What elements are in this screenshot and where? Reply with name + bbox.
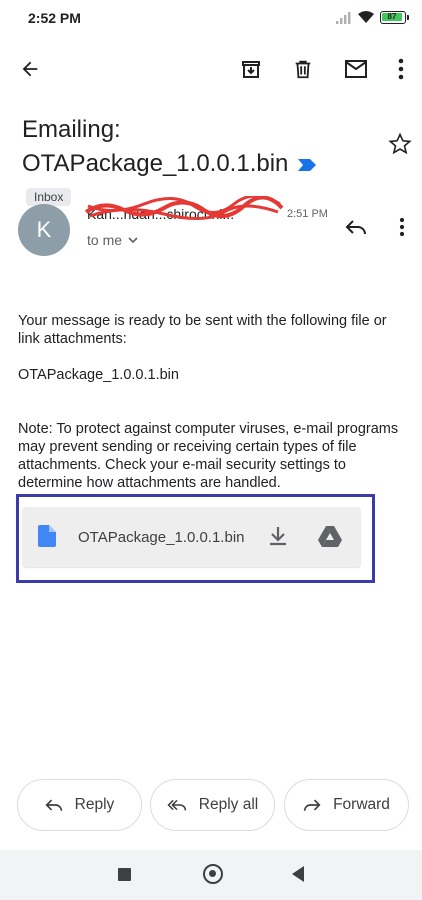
redaction-scribble — [84, 196, 284, 220]
recipient-toggle[interactable]: to me — [87, 232, 138, 248]
overflow-menu-button[interactable] — [383, 51, 419, 87]
reply-button[interactable]: Reply — [17, 779, 142, 831]
email-body: Your message is ready to be sent with th… — [18, 312, 408, 510]
signal-icon — [336, 12, 351, 24]
status-bar: 2:52 PM 87 — [0, 0, 422, 36]
reply-icon — [345, 220, 366, 235]
star-outline-icon — [388, 132, 412, 155]
reply-all-button[interactable]: Reply all — [150, 779, 275, 831]
back-nav-button[interactable] — [292, 866, 304, 882]
archive-icon — [242, 61, 260, 78]
recipient-label: to me — [87, 232, 123, 248]
more-vert-icon — [398, 58, 404, 80]
mail-icon — [345, 60, 367, 78]
google-drive-icon — [318, 525, 342, 547]
body-paragraph: Note: To protect against computer viruse… — [18, 421, 399, 491]
download-icon — [270, 527, 286, 546]
important-marker-icon[interactable] — [298, 158, 317, 171]
home-button[interactable] — [203, 864, 223, 884]
battery-level: 87 — [387, 12, 397, 21]
attachment-card[interactable]: OTAPackage_1.0.0.1.bin — [22, 507, 361, 567]
battery-icon: 87 — [380, 11, 409, 24]
forward-label: Forward — [333, 796, 390, 813]
reply-label: Reply — [74, 796, 115, 813]
sender-avatar[interactable]: K — [18, 204, 70, 256]
body-paragraph: OTAPackage_1.0.0.1.bin — [18, 367, 179, 383]
email-time: 2:51 PM — [287, 208, 328, 220]
wifi-icon — [358, 11, 374, 23]
subject-line-2: OTAPackage_1.0.0.1.bin — [22, 150, 289, 177]
message-overflow-button[interactable] — [388, 209, 416, 245]
chevron-down-icon — [128, 237, 138, 243]
back-button[interactable] — [12, 51, 48, 87]
archive-button[interactable] — [233, 51, 269, 87]
download-button[interactable] — [266, 524, 290, 548]
label-chip-inbox[interactable]: Inbox — [26, 187, 72, 206]
document-icon — [38, 525, 56, 547]
more-vert-icon — [399, 217, 405, 237]
reply-icon — [45, 799, 62, 811]
subject-line-1: Emailing: — [22, 116, 121, 143]
mark-unread-button[interactable] — [338, 51, 374, 87]
arrow-back-icon — [22, 61, 38, 77]
save-to-drive-button[interactable] — [317, 524, 343, 548]
body-paragraph: Your message is ready to be sent with th… — [18, 313, 387, 347]
reply-icon-button[interactable] — [338, 209, 374, 245]
attachment-filename: OTAPackage_1.0.0.1.bin — [78, 529, 245, 546]
trash-icon — [295, 60, 311, 79]
forward-icon — [303, 799, 321, 811]
reply-all-icon — [167, 799, 186, 811]
star-button[interactable] — [386, 130, 414, 158]
status-time: 2:52 PM — [28, 10, 81, 26]
delete-button[interactable] — [285, 51, 321, 87]
forward-button[interactable]: Forward — [284, 779, 409, 831]
recents-button[interactable] — [118, 868, 131, 881]
reply-all-label: Reply all — [198, 796, 259, 813]
